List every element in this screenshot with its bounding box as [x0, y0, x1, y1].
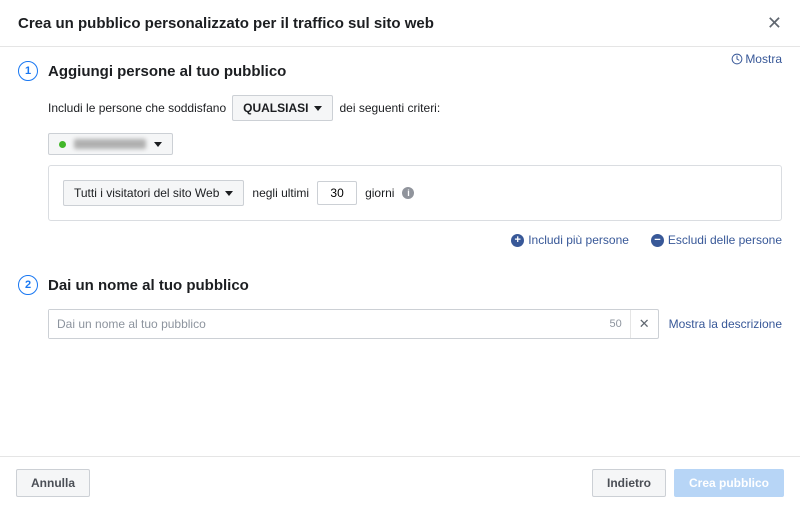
- show-description-link[interactable]: Mostra la descrizione: [669, 317, 782, 331]
- caret-down-icon: [154, 142, 162, 147]
- in-last-label: negli ultimi: [252, 186, 309, 200]
- step-badge-1: 1: [18, 61, 38, 81]
- visitor-type-dropdown[interactable]: Tutti i visitatori del sito Web: [63, 180, 244, 206]
- create-audience-button[interactable]: Crea pubblico: [674, 469, 784, 497]
- criteria-box: Tutti i visitatori del sito Web negli ul…: [48, 165, 782, 221]
- match-mode-label: QUALSIASI: [243, 101, 308, 115]
- exclude-label: Escludi delle persone: [668, 233, 782, 247]
- caret-down-icon: [314, 106, 322, 111]
- show-link-label: Mostra: [745, 52, 782, 66]
- clock-icon: [731, 53, 743, 65]
- match-mode-dropdown[interactable]: QUALSIASI: [232, 95, 333, 121]
- char-count: 50: [601, 318, 629, 330]
- days-input[interactable]: [317, 181, 357, 205]
- include-prefix: Includi le persone che soddisfano: [48, 101, 226, 115]
- section-add-people: 1 Aggiungi persone al tuo pubblico Inclu…: [18, 61, 782, 255]
- dialog-footer: Annulla Indietro Crea pubblico: [0, 456, 800, 509]
- section2-title: Dai un nome al tuo pubblico: [48, 277, 249, 294]
- section-name-audience: 2 Dai un nome al tuo pubblico 50 ✕ Mostr…: [18, 275, 782, 339]
- cancel-button[interactable]: Annulla: [16, 469, 90, 497]
- step-badge-2: 2: [18, 275, 38, 295]
- plus-icon: +: [511, 234, 524, 247]
- caret-down-icon: [225, 191, 233, 196]
- include-more-label: Includi più persone: [528, 233, 629, 247]
- back-button[interactable]: Indietro: [592, 469, 666, 497]
- pixel-status-dot-icon: [59, 141, 66, 148]
- section1-title: Aggiungi persone al tuo pubblico: [48, 63, 286, 80]
- show-link[interactable]: Mostra: [731, 52, 782, 66]
- close-icon[interactable]: ✕: [767, 14, 782, 32]
- minus-icon: −: [651, 234, 664, 247]
- audience-name-field-wrap: 50 ✕: [48, 309, 659, 339]
- dialog-title: Crea un pubblico personalizzato per il t…: [18, 15, 434, 32]
- pixel-selector-dropdown[interactable]: [48, 133, 173, 155]
- visitor-type-label: Tutti i visitatori del sito Web: [74, 186, 219, 200]
- include-more-link[interactable]: + Includi più persone: [511, 233, 629, 247]
- exclude-link[interactable]: − Escludi delle persone: [651, 233, 782, 247]
- dialog-header: Crea un pubblico personalizzato per il t…: [0, 0, 800, 47]
- audience-name-input[interactable]: [49, 310, 601, 338]
- info-icon[interactable]: i: [402, 187, 414, 199]
- include-suffix: dei seguenti criteri:: [339, 101, 440, 115]
- include-criteria-row: Includi le persone che soddisfano QUALSI…: [48, 95, 782, 121]
- days-label: giorni: [365, 186, 394, 200]
- clear-name-icon[interactable]: ✕: [630, 310, 658, 338]
- pixel-name-placeholder: [74, 139, 146, 149]
